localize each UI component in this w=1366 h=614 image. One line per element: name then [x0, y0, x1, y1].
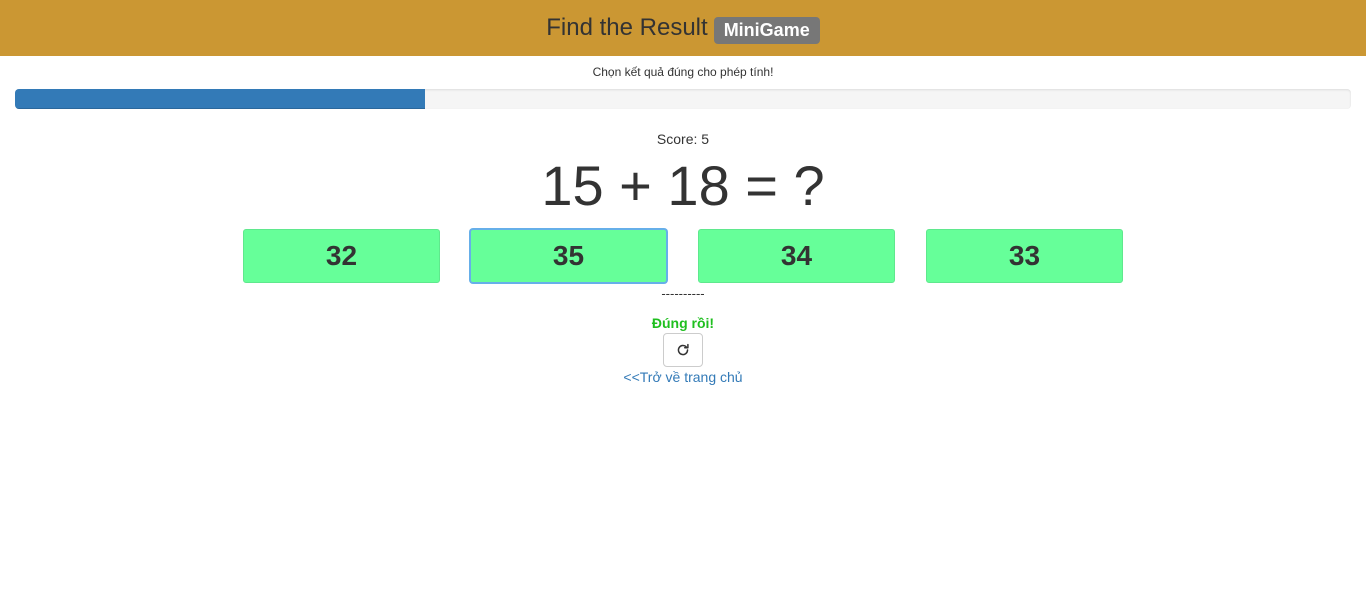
progress-track: [15, 89, 1351, 109]
header-bar: Find the Result MiniGame: [0, 0, 1366, 56]
minigame-badge: MiniGame: [713, 16, 820, 44]
answer-button-4[interactable]: 33: [926, 229, 1123, 283]
progress-bar: [15, 89, 426, 109]
answer-options: 32 35 34 33: [0, 229, 1366, 283]
answer-button-1[interactable]: 32: [243, 229, 440, 283]
result-message: Đúng rồi!: [651, 315, 715, 331]
equation: 15 + 18 = ?: [541, 154, 825, 217]
page-title: Find the Result: [546, 14, 708, 41]
reload-icon: [677, 343, 689, 356]
score-label: Score: 5: [656, 131, 710, 147]
divider: ----------: [661, 286, 705, 301]
back-home-link[interactable]: <<Trở về trang chủ: [623, 369, 742, 385]
reload-button[interactable]: [663, 333, 703, 367]
back-home-container: <<Trở về trang chủ: [0, 369, 1366, 385]
answer-button-3[interactable]: 34: [698, 229, 895, 283]
answer-button-2[interactable]: 35: [470, 229, 667, 283]
instruction-text: Chọn kết quả đúng cho phép tính!: [592, 65, 774, 79]
